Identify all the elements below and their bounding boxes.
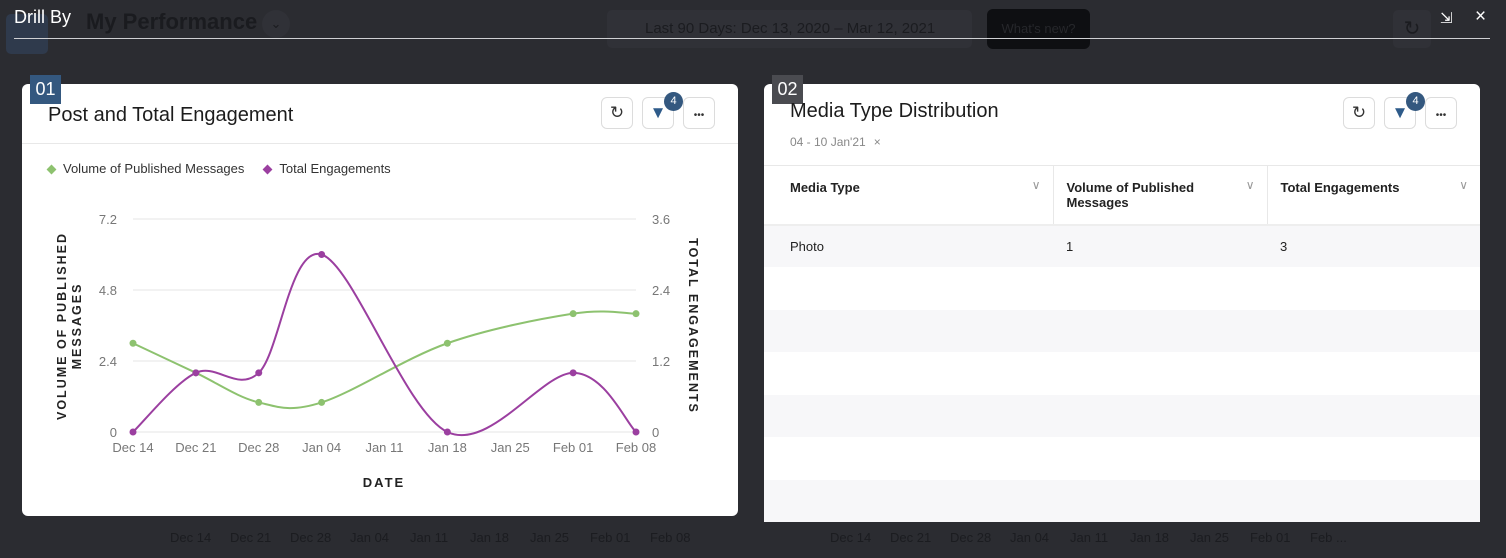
column-header[interactable]: Media Type ∨ bbox=[764, 165, 1053, 226]
clear-filter-icon[interactable]: × bbox=[874, 135, 881, 149]
data-point bbox=[569, 369, 577, 377]
refresh-icon: ↻ bbox=[1351, 103, 1367, 122]
x-tick-label: Dec 28 bbox=[238, 440, 279, 455]
data-point bbox=[443, 428, 451, 436]
axis-label: Feb ... bbox=[1310, 530, 1347, 545]
whats-new-button: What's new? bbox=[987, 9, 1090, 49]
data-table: Media Type ∨ Volume of Published Messages… bbox=[764, 165, 1480, 522]
series-line bbox=[132, 253, 637, 436]
filter-button[interactable]: ▼ 4 bbox=[1384, 92, 1425, 129]
data-point bbox=[129, 428, 137, 436]
data-point bbox=[255, 398, 263, 406]
axis-label: Dec 28 bbox=[950, 530, 992, 545]
x-tick-label: Jan 04 bbox=[302, 440, 341, 455]
axis-label: Dec 21 bbox=[890, 530, 932, 545]
modal-title: Drill By bbox=[14, 7, 71, 27]
axis-label: Dec 14 bbox=[830, 530, 872, 545]
axis-label: Feb 01 bbox=[590, 530, 631, 545]
data-point bbox=[632, 310, 640, 318]
close-icon[interactable]: × bbox=[1475, 6, 1486, 28]
filter-icon: ▼ bbox=[1391, 103, 1409, 122]
refresh-button[interactable]: ↻ bbox=[1343, 97, 1375, 129]
axis-label: Jan 25 bbox=[1190, 530, 1230, 545]
chevron-down-icon[interactable]: ∨ bbox=[1246, 178, 1255, 192]
column-header[interactable]: Total Engagements ∨ bbox=[1266, 165, 1480, 226]
x-tick-label: Jan 11 bbox=[365, 440, 403, 455]
widget-post-total-engagement: 01 Post and Total Engagement ↻ ▼ 4 ••• Vo… bbox=[22, 75, 738, 516]
x-tick-label: Feb 08 bbox=[616, 440, 656, 455]
axis-label: Feb 08 bbox=[650, 530, 691, 545]
background-axis-labels: Dec 14 Dec 21 Dec 28 Jan 04 Jan 11 Jan 18 Jan … bbox=[170, 530, 710, 545]
axis-label: Dec 28 bbox=[290, 530, 332, 545]
x-tick-label: Jan 18 bbox=[428, 440, 467, 455]
data-point bbox=[318, 398, 326, 406]
divider bbox=[14, 38, 1490, 39]
axis-label: Jan 18 bbox=[470, 530, 510, 545]
empty-row bbox=[764, 394, 1480, 437]
axis-label: Jan 04 bbox=[350, 530, 390, 545]
column-header[interactable]: Volume of Published Messages ∨ bbox=[1052, 165, 1267, 226]
chevron-down-icon[interactable]: ∨ bbox=[1032, 178, 1041, 192]
cell: 1 bbox=[1053, 224, 1267, 267]
table-row[interactable]: Photo 1 3 bbox=[764, 224, 1480, 267]
cell: Photo bbox=[764, 224, 1053, 267]
widget-media-type-distribution: 02 Media Type Distribution 04 - 10 Jan'2… bbox=[764, 75, 1480, 522]
background-axis-labels: Dec 14 Dec 21 Dec 28 Jan 04 Jan 11 Jan 18 Jan … bbox=[830, 530, 1370, 545]
chevron-down-icon[interactable]: ∨ bbox=[1459, 178, 1468, 192]
axis-label: Jan 25 bbox=[530, 530, 570, 545]
axis-label: Dec 14 bbox=[170, 530, 212, 545]
data-point bbox=[318, 251, 326, 258]
y2-tick-label: 2.4 bbox=[652, 283, 670, 298]
x-tick-label: Dec 14 bbox=[112, 440, 153, 455]
x-axis-title: DATE bbox=[363, 475, 405, 490]
series-line bbox=[132, 310, 637, 410]
empty-row bbox=[764, 309, 1480, 352]
empty-row bbox=[764, 352, 1480, 395]
chevron-down-icon: ⌄ bbox=[262, 10, 290, 38]
axis-label: Jan 11 bbox=[410, 530, 449, 545]
data-point bbox=[192, 369, 200, 377]
y-tick-label: 2.4 bbox=[99, 354, 117, 369]
y-tick-label: 4.8 bbox=[99, 283, 117, 298]
empty-row bbox=[764, 267, 1480, 310]
refresh-icon: ↻ bbox=[1393, 10, 1431, 48]
y-axis-title: VOLUME OF PUBLISHEDMESSAGES bbox=[55, 232, 84, 420]
axis-label: Dec 21 bbox=[230, 530, 272, 545]
cell: 3 bbox=[1267, 224, 1480, 267]
filter-chip: 04 - 10 Jan'21 × bbox=[790, 135, 881, 149]
y-tick-label: 7.2 bbox=[99, 212, 117, 227]
column-label: Volume of Published Messages bbox=[1066, 180, 1195, 210]
data-point bbox=[255, 369, 263, 377]
data-point bbox=[569, 310, 577, 318]
data-point bbox=[443, 339, 451, 347]
axis-label: Jan 04 bbox=[1010, 530, 1050, 545]
axis-label: Jan 11 bbox=[1070, 530, 1109, 545]
y2-axis-title: TOTAL ENGAGEMENTS bbox=[686, 238, 700, 414]
x-tick-label: Dec 21 bbox=[175, 440, 216, 455]
collapse-icon[interactable]: ⇲ bbox=[1440, 9, 1453, 27]
filter-chip-label: 04 - 10 Jan'21 bbox=[790, 135, 866, 149]
data-point bbox=[129, 339, 137, 347]
line-chart: 0 0 2.4 1.2 4.8 2.4 7.2 3.6 Dec 14 Dec 21 Dec 28 Ja… bbox=[55, 212, 700, 490]
column-label: Media Type bbox=[790, 180, 860, 195]
empty-row bbox=[764, 479, 1480, 522]
date-range-picker: Last 90 Days: Dec 13, 2020 – Mar 12, 202… bbox=[607, 10, 972, 48]
more-button[interactable]: ••• bbox=[1425, 97, 1457, 129]
x-tick-label: Feb 01 bbox=[553, 440, 593, 455]
y2-tick-label: 1.2 bbox=[652, 354, 670, 369]
y2-tick-label: 0 bbox=[652, 425, 659, 440]
axis-label: Feb 01 bbox=[1250, 530, 1291, 545]
y2-tick-label: 3.6 bbox=[652, 212, 670, 227]
dashboard-title: My Performance bbox=[86, 9, 258, 34]
axis-label: Jan 18 bbox=[1130, 530, 1170, 545]
column-label: Total Engagements bbox=[1280, 180, 1400, 195]
x-tick-label: Jan 25 bbox=[491, 440, 530, 455]
data-point bbox=[632, 428, 640, 436]
widget-title: Media Type Distribution bbox=[790, 100, 999, 122]
y-tick-label: 0 bbox=[110, 425, 117, 440]
filter-count-badge: 4 bbox=[1406, 92, 1425, 111]
more-icon: ••• bbox=[1435, 110, 1447, 121]
empty-row bbox=[764, 437, 1480, 480]
